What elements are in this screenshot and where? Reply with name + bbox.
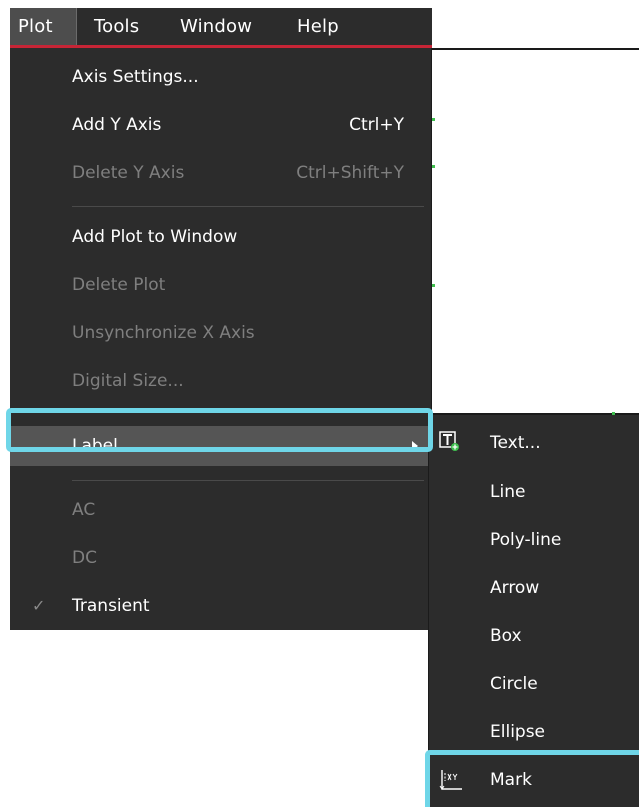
menu-item-label: AC — [72, 500, 96, 520]
mark-icon — [439, 770, 462, 790]
submenu-arrow-icon — [412, 441, 418, 451]
menu-item-label: Axis Settings... — [72, 67, 199, 87]
submenu-item-line[interactable]: Line — [429, 472, 639, 512]
menu-item-delete-y-axis[interactable]: Delete Y Axis Ctrl+Shift+Y — [10, 153, 432, 193]
text-label-icon — [439, 431, 459, 451]
menu-item-digital-size[interactable]: Digital Size... — [10, 361, 432, 401]
plot-trace-dot — [432, 284, 435, 287]
plot-menu-dropdown: Axis Settings... Add Y Axis Ctrl+Y Delet… — [10, 48, 432, 630]
menu-item-label: Add Plot to Window — [72, 227, 238, 247]
checkmark-icon: ✓ — [32, 596, 46, 615]
menu-item-ac[interactable]: AC — [10, 490, 432, 530]
menu-separator — [72, 206, 424, 207]
menu-bar: Plot Tools Window Help — [10, 8, 432, 48]
menu-item-label: Delete Plot — [72, 275, 166, 295]
submenu-item-arrow[interactable]: Arrow — [429, 568, 639, 608]
menu-tools-label: Tools — [94, 16, 140, 37]
menu-item-dc[interactable]: DC — [10, 538, 432, 578]
menu-item-transient[interactable]: ✓ Transient — [10, 586, 432, 626]
plot-trace-dot — [432, 165, 435, 168]
shortcut-label: Ctrl+Shift+Y — [296, 163, 404, 183]
submenu-item-label: Ellipse — [490, 722, 546, 742]
submenu-item-label: Box — [490, 626, 522, 646]
label-submenu: Text... Line Poly-line Arrow Box Circle … — [428, 415, 639, 807]
menu-item-label: Transient — [72, 596, 150, 616]
submenu-item-circle[interactable]: Circle — [429, 664, 639, 704]
menu-help-label: Help — [297, 16, 339, 37]
menu-item-label: Unsynchronize X Axis — [72, 323, 255, 343]
submenu-item-text[interactable]: Text... — [429, 423, 639, 463]
submenu-item-label: Line — [490, 482, 526, 502]
submenu-item-label: Arrow — [490, 578, 540, 598]
menu-item-label: Delete Y Axis — [72, 163, 185, 183]
menu-separator — [72, 480, 424, 481]
submenu-item-label: Text... — [490, 433, 541, 453]
menu-item-label-submenu[interactable]: Label — [10, 426, 432, 466]
menu-tools[interactable]: Tools — [94, 8, 164, 45]
submenu-item-mark[interactable]: Mark — [429, 760, 639, 800]
menu-window[interactable]: Window — [180, 8, 274, 45]
plot-trace-dot — [432, 118, 435, 121]
menu-plot[interactable]: Plot — [10, 8, 77, 45]
plot-frame-line — [432, 48, 639, 50]
menu-item-add-plot-to-window[interactable]: Add Plot to Window — [10, 217, 432, 257]
menu-plot-label: Plot — [18, 16, 53, 37]
menu-item-label: Digital Size... — [72, 371, 184, 391]
menu-item-delete-plot[interactable]: Delete Plot — [10, 265, 432, 305]
screenshot-canvas: Plot Tools Window Help Axis Settings... … — [0, 0, 639, 807]
menu-item-add-y-axis[interactable]: Add Y Axis Ctrl+Y — [10, 105, 432, 145]
submenu-item-ellipse[interactable]: Ellipse — [429, 712, 639, 752]
shortcut-label: Ctrl+Y — [349, 115, 404, 135]
plot-area-background — [432, 48, 440, 415]
menu-help[interactable]: Help — [297, 8, 357, 45]
menu-item-axis-settings[interactable]: Axis Settings... — [10, 57, 432, 97]
menu-item-label: Label — [72, 436, 118, 456]
menu-item-label: DC — [72, 548, 97, 568]
menu-window-label: Window — [180, 16, 253, 37]
submenu-item-label: Poly-line — [490, 530, 562, 550]
submenu-item-box[interactable]: Box — [429, 616, 639, 656]
menu-item-unsynchronize-x-axis[interactable]: Unsynchronize X Axis — [10, 313, 432, 353]
submenu-item-label: Circle — [490, 674, 538, 694]
submenu-item-poly-line[interactable]: Poly-line — [429, 520, 639, 560]
submenu-item-label: Mark — [490, 770, 532, 790]
menu-item-label: Add Y Axis — [72, 115, 162, 135]
